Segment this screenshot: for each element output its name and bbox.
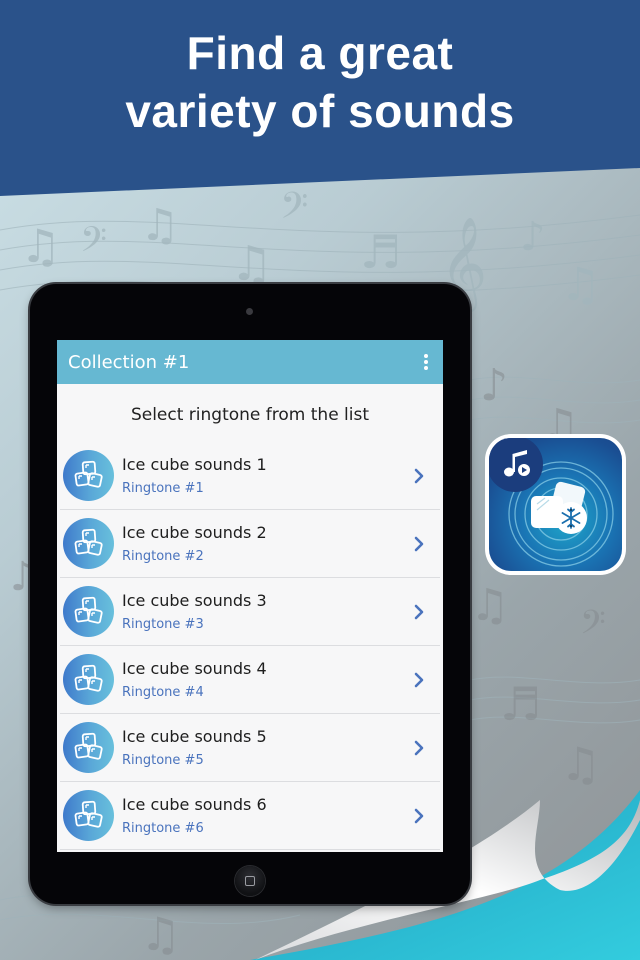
ringtone-subtitle: Ringtone #2 (122, 549, 204, 564)
chevron-right-icon (414, 740, 424, 756)
svg-text:♫: ♫ (20, 219, 61, 273)
svg-text:𝄢: 𝄢 (280, 185, 308, 236)
svg-text:♪: ♪ (480, 360, 508, 411)
ringtone-subtitle: Ringtone #5 (122, 753, 204, 768)
headline: Find a great variety of sounds (0, 24, 640, 140)
chevron-right-icon (414, 536, 424, 552)
ringtone-title: Ice cube sounds 6 (122, 795, 267, 814)
music-note-play-icon (489, 438, 543, 492)
svg-text:♬: ♬ (360, 225, 401, 279)
headline-line-2: variety of sounds (125, 85, 515, 137)
svg-text:♫: ♫ (140, 907, 181, 960)
svg-text:♫: ♫ (140, 200, 179, 251)
svg-text:𝄢: 𝄢 (80, 219, 107, 268)
ringtone-subtitle: Ringtone #4 (122, 685, 204, 700)
ice-cubes-icon (63, 790, 114, 841)
chevron-right-icon (414, 808, 424, 824)
ringtone-list-item-4[interactable]: Ice cube sounds 4 Ringtone #4 (60, 646, 440, 714)
ringtone-title: Ice cube sounds 4 (122, 659, 267, 678)
app-bar: Collection #1 (57, 340, 443, 384)
ringtone-title: Ice cube sounds 3 (122, 591, 267, 610)
ringtone-list-item-3[interactable]: Ice cube sounds 3 Ringtone #3 (60, 578, 440, 646)
ice-cubes-icon (63, 722, 114, 773)
ringtone-title: Ice cube sounds 2 (122, 523, 267, 542)
app-logo-artwork (489, 438, 614, 567)
svg-text:♪: ♪ (520, 214, 546, 260)
ice-cubes-icon (63, 654, 114, 705)
svg-text:♫: ♫ (470, 580, 509, 631)
tablet-device: Collection #1 Select ringtone from the l… (30, 284, 470, 904)
app-logo-icon (485, 434, 626, 575)
ringtone-list: Ice cube sounds 1 Ringtone #1 Ice cube s… (57, 442, 443, 850)
ringtone-list-item-1[interactable]: Ice cube sounds 1 Ringtone #1 (60, 442, 440, 510)
chevron-right-icon (414, 672, 424, 688)
app-screen: Collection #1 Select ringtone from the l… (57, 340, 443, 852)
ice-cubes-icon (63, 586, 114, 637)
ringtone-list-item-6[interactable]: Ice cube sounds 6 Ringtone #6 (60, 782, 440, 850)
svg-text:𝄢: 𝄢 (580, 604, 606, 650)
ringtone-subtitle: Ringtone #6 (122, 821, 204, 836)
svg-text:♫: ♫ (560, 257, 601, 311)
ringtone-title: Ice cube sounds 1 (122, 455, 267, 474)
home-button[interactable] (235, 866, 265, 896)
ice-cubes-icon (63, 518, 114, 569)
ringtone-title: Ice cube sounds 5 (122, 727, 267, 746)
ringtone-list-item-5[interactable]: Ice cube sounds 5 Ringtone #5 (60, 714, 440, 782)
chevron-right-icon (414, 604, 424, 620)
svg-text:♫: ♫ (560, 737, 601, 791)
ice-cubes-icon (63, 450, 114, 501)
chevron-right-icon (414, 468, 424, 484)
kebab-menu-icon[interactable] (421, 354, 431, 370)
camera-icon (246, 308, 253, 315)
list-heading: Select ringtone from the list (130, 405, 370, 425)
ringtone-subtitle: Ringtone #3 (122, 617, 204, 632)
ringtone-list-item-2[interactable]: Ice cube sounds 2 Ringtone #2 (60, 510, 440, 578)
home-square-icon (245, 876, 255, 886)
ringtone-subtitle: Ringtone #1 (122, 481, 204, 496)
svg-text:♬: ♬ (500, 677, 541, 731)
app-title: Collection #1 (68, 351, 190, 373)
headline-line-1: Find a great (186, 27, 454, 79)
